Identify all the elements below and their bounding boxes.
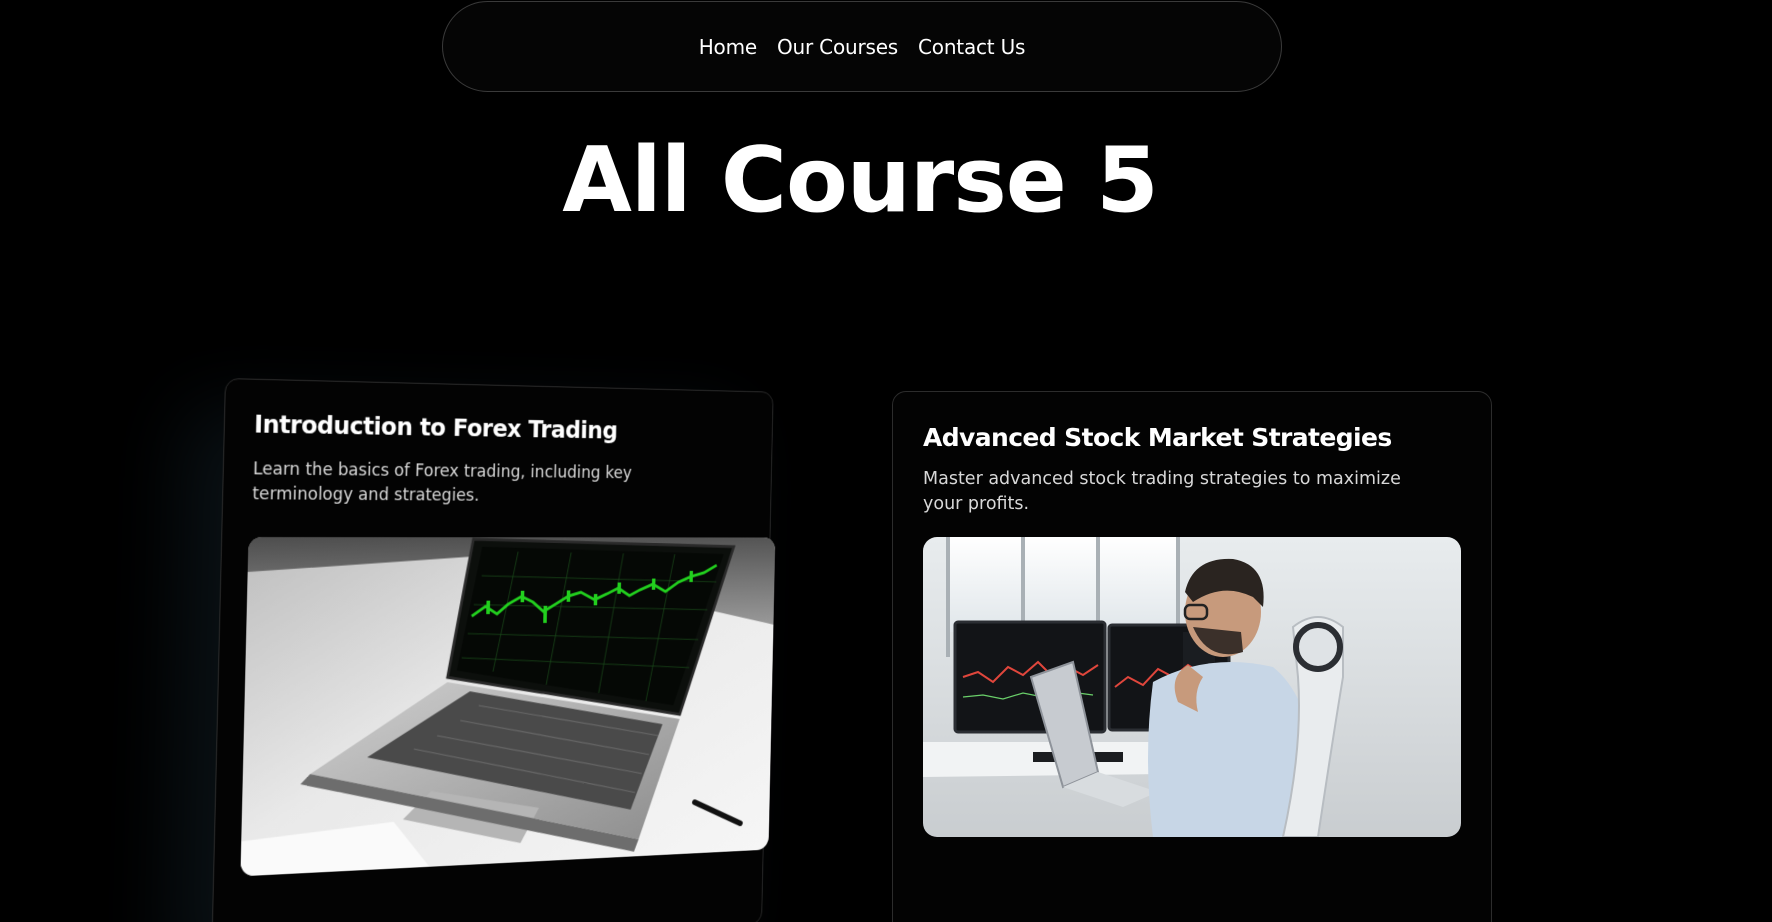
top-nav: Home Our Courses Contact Us <box>442 1 1282 92</box>
page-title: All Course 5 <box>562 128 1159 233</box>
course-card-forex[interactable]: Introduction to Forex Trading Learn the … <box>211 378 776 922</box>
course-title: Advanced Stock Market Strategies <box>923 423 1392 452</box>
laptop-trading-chart-image <box>240 537 776 877</box>
nav-contact-us-link[interactable]: Contact Us <box>918 35 1025 59</box>
nav-home-link[interactable]: Home <box>699 35 757 59</box>
course-card-stock[interactable]: Advanced Stock Market Strategies Master … <box>892 391 1492 922</box>
course-description: Learn the basics of Forex trading, inclu… <box>252 459 632 506</box>
course-title: Introduction to Forex Trading <box>253 409 618 445</box>
page: Home Our Courses Contact Us All Course 5… <box>0 0 1772 922</box>
nav-our-courses-link[interactable]: Our Courses <box>777 35 898 59</box>
trader-at-monitors-image <box>923 537 1461 837</box>
course-description: Master advanced stock trading strategies… <box>923 469 1401 514</box>
